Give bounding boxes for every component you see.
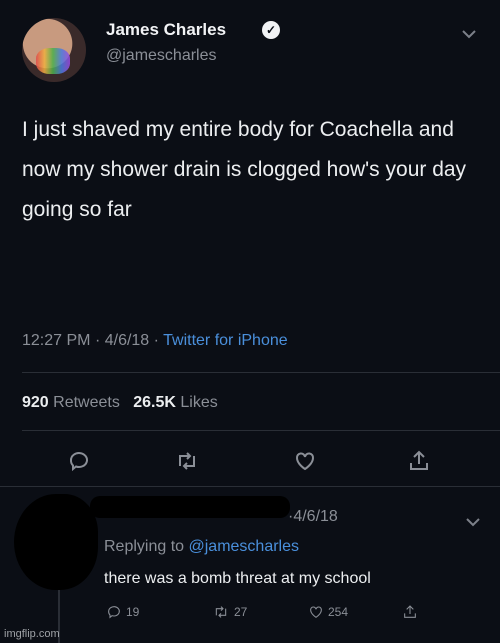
replying-to-line: Replying to @jamescharles [104,538,299,556]
avatar-face-paint [36,48,70,74]
tweet-date[interactable]: 4/6/18 [105,332,149,349]
share-icon [404,605,416,618]
separator: · [94,332,105,349]
reply-date[interactable]: ·4/6/18 [288,508,338,526]
redacted-username [90,496,290,518]
redacted-avatar [14,494,98,590]
author-handle[interactable]: @jamescharles [106,47,217,65]
tweet-time: 12:27 PM [22,332,91,349]
reply-icon[interactable] [64,446,94,476]
chevron-down-icon[interactable] [466,514,480,530]
replying-prefix: Replying to [104,538,185,555]
retweet-icon [215,606,227,618]
tweet-text: I just shaved my entire body for Coachel… [22,118,467,221]
reply-reply-button[interactable]: 19 [106,604,139,620]
divider [0,486,500,487]
reply-text: there was a bomb threat at my school [104,570,371,587]
likes-count[interactable]: 26.5K [133,394,176,411]
divider [22,372,500,373]
like-icon[interactable] [290,446,320,476]
author-name[interactable]: James Charles [106,20,226,40]
retweet-icon[interactable] [172,446,202,476]
reply-actions: 19 27 254 [0,604,500,624]
reply-date-value: 4/6/18 [293,508,338,525]
reply-count: 19 [126,605,140,619]
tweet-metadata: 12:27 PM · 4/6/18 · Twitter for iPhone [22,332,288,350]
imgflip-watermark: imgflip.com [4,628,60,640]
share-icon[interactable] [404,446,434,476]
reply-like-button[interactable]: 254 [308,604,348,620]
tweet-actions [0,446,500,476]
reply-icon [108,606,120,619]
retweets-label[interactable]: Retweets [53,394,120,411]
tweet-stats: 920 Retweets 26.5K Likes [22,394,218,412]
separator: · [153,332,164,349]
reply-retweet-button[interactable]: 27 [212,604,247,620]
chevron-down-icon[interactable] [462,26,476,42]
divider [22,430,500,431]
replying-mention[interactable]: @jamescharles [189,538,300,555]
retweet-count: 27 [234,605,248,619]
reply-share-button[interactable] [402,604,418,620]
tweet-source[interactable]: Twitter for iPhone [163,332,288,349]
verified-badge-icon: ✓ [262,21,280,39]
author-avatar[interactable] [22,18,86,82]
likes-label[interactable]: Likes [180,394,217,411]
retweets-count[interactable]: 920 [22,394,49,411]
like-icon [310,606,322,618]
like-count: 254 [328,605,349,619]
